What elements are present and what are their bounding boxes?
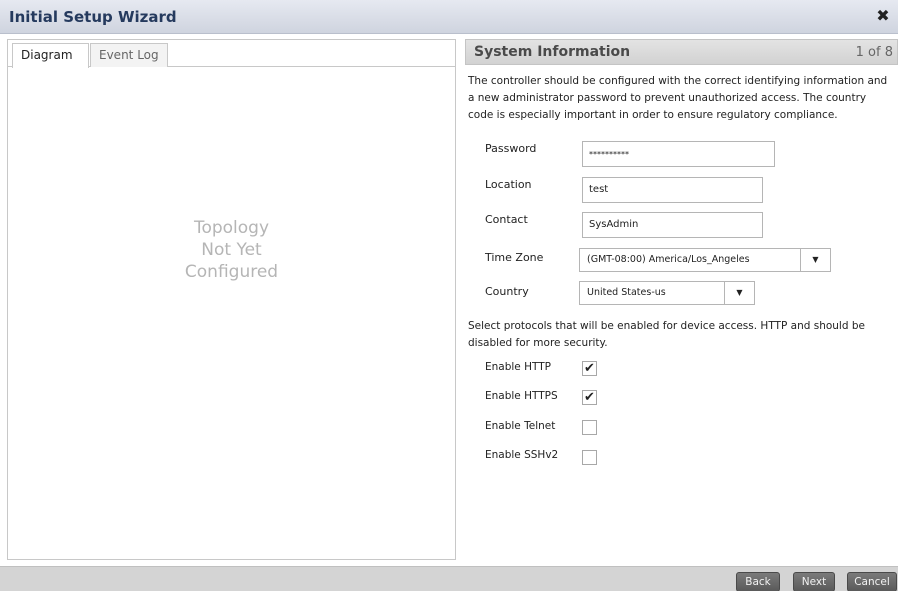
checkmark-icon: ✔: [584, 390, 595, 405]
topology-line-2: Not Yet: [201, 240, 262, 260]
section-header: System Information 1 of 8: [465, 39, 898, 65]
enable-sshv2-checkbox[interactable]: [582, 450, 597, 465]
tab-event-log[interactable]: Event Log: [90, 43, 168, 67]
enable-http-checkbox[interactable]: ✔: [582, 361, 597, 376]
password-field[interactable]: **********: [582, 141, 775, 167]
country-value: United States-us: [587, 287, 666, 298]
protocols-line-2: disabled for more security.: [468, 337, 608, 349]
contact-field[interactable]: SysAdmin: [582, 212, 763, 238]
topology-line-1: Topology: [193, 218, 270, 238]
chevron-down-icon[interactable]: ▼: [800, 249, 830, 271]
protocols-line-1: Select protocols that will be enabled fo…: [468, 320, 865, 332]
intro-line-1: The controller should be configured with…: [468, 75, 888, 87]
intro-line-3: code is especially important in order to…: [468, 109, 838, 121]
topology-line-3: Configured: [184, 262, 279, 282]
intro-line-2: a new administrator password to prevent …: [468, 92, 867, 104]
country-label: Country: [485, 285, 529, 298]
protocols-text: Select protocols that will be enabled fo…: [468, 318, 898, 352]
intro-text: The controller should be configured with…: [468, 73, 898, 124]
section-title: System Information: [474, 44, 631, 60]
enable-telnet-checkbox[interactable]: [582, 420, 597, 435]
topology-placeholder: Topology Not Yet Configured: [8, 217, 455, 283]
enable-sshv2-label: Enable SSHv2: [485, 449, 559, 461]
diagram-panel: Diagram Event Log Topology Not Yet Confi…: [7, 39, 456, 560]
enable-http-label: Enable HTTP: [485, 361, 551, 373]
enable-https-label: Enable HTTPS: [485, 390, 558, 402]
footer-bar: Back Next Cancel: [0, 566, 898, 591]
title-bar: Initial Setup Wizard ✖: [0, 0, 898, 34]
time-zone-select[interactable]: (GMT-08:00) America/Los_Angeles ▼: [579, 248, 831, 272]
close-icon[interactable]: ✖: [874, 6, 892, 26]
back-button[interactable]: Back: [736, 572, 780, 591]
enable-telnet-label: Enable Telnet: [485, 420, 556, 432]
country-select[interactable]: United States-us ▼: [579, 281, 755, 305]
location-field[interactable]: test: [582, 177, 763, 203]
next-button[interactable]: Next: [793, 572, 835, 591]
system-information-panel: System Information 1 of 8 The controller…: [465, 39, 898, 560]
time-zone-value: (GMT-08:00) America/Los_Angeles: [587, 254, 750, 265]
cancel-button[interactable]: Cancel: [847, 572, 897, 591]
chevron-down-icon[interactable]: ▼: [724, 282, 754, 304]
time-zone-label: Time Zone: [485, 251, 544, 264]
step-indicator: 1 of 8: [855, 45, 893, 60]
tab-diagram[interactable]: Diagram: [12, 43, 89, 68]
checkmark-icon: ✔: [584, 361, 595, 376]
window-title: Initial Setup Wizard: [9, 8, 177, 26]
enable-https-checkbox[interactable]: ✔: [582, 390, 597, 405]
tab-bar: Diagram Event Log: [8, 40, 455, 68]
contact-label: Contact: [485, 213, 528, 226]
password-label: Password: [485, 142, 537, 155]
location-label: Location: [485, 178, 532, 191]
